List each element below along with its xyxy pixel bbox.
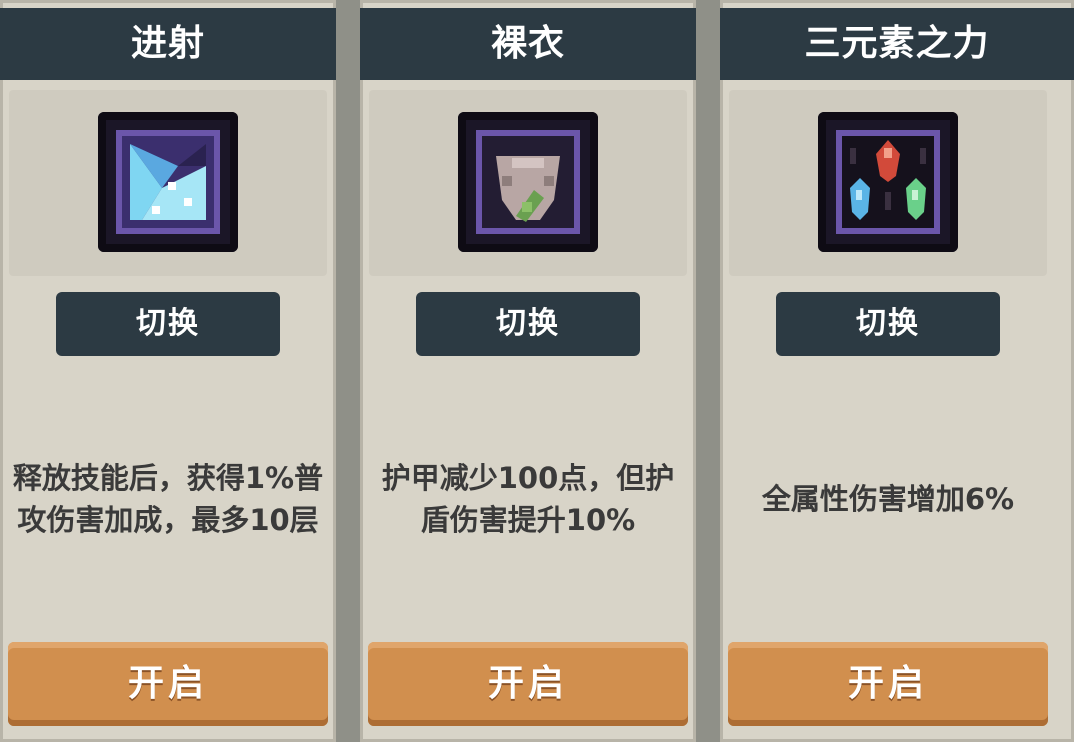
talent-card-2: 裸衣 切换 护甲减少100点，但护盾伤害提升10% 开启 xyxy=(360,0,696,742)
card-title: 进射 xyxy=(0,8,336,80)
icon-panel xyxy=(369,90,687,276)
three-elements-icon xyxy=(818,112,958,252)
switch-button[interactable]: 切换 xyxy=(56,292,280,356)
open-button[interactable]: 开启 xyxy=(728,642,1048,726)
switch-button[interactable]: 切换 xyxy=(416,292,640,356)
open-button[interactable]: 开启 xyxy=(368,642,688,726)
bare-armor-icon xyxy=(458,112,598,252)
card-title: 裸衣 xyxy=(360,8,696,80)
card-description: 释放技能后，获得1%普攻伤害加成，最多10层 xyxy=(12,461,324,537)
card-description: 护甲减少100点，但护盾伤害提升10% xyxy=(381,461,675,537)
icon-panel xyxy=(9,90,327,276)
talent-card-3: 三元素之力 切换 全属性伤害增加6% 开启 xyxy=(720,0,1074,742)
switch-button[interactable]: 切换 xyxy=(776,292,1000,356)
card-description: 全属性伤害增加6% xyxy=(761,482,1015,516)
card-title: 三元素之力 xyxy=(720,8,1074,80)
talent-card-1: 进射 切换 释放技能后，获得1%普攻伤害加成，最多10层 开启 xyxy=(0,0,336,742)
arrow-burst-icon xyxy=(98,112,238,252)
icon-panel xyxy=(729,90,1047,276)
open-button[interactable]: 开启 xyxy=(8,642,328,726)
